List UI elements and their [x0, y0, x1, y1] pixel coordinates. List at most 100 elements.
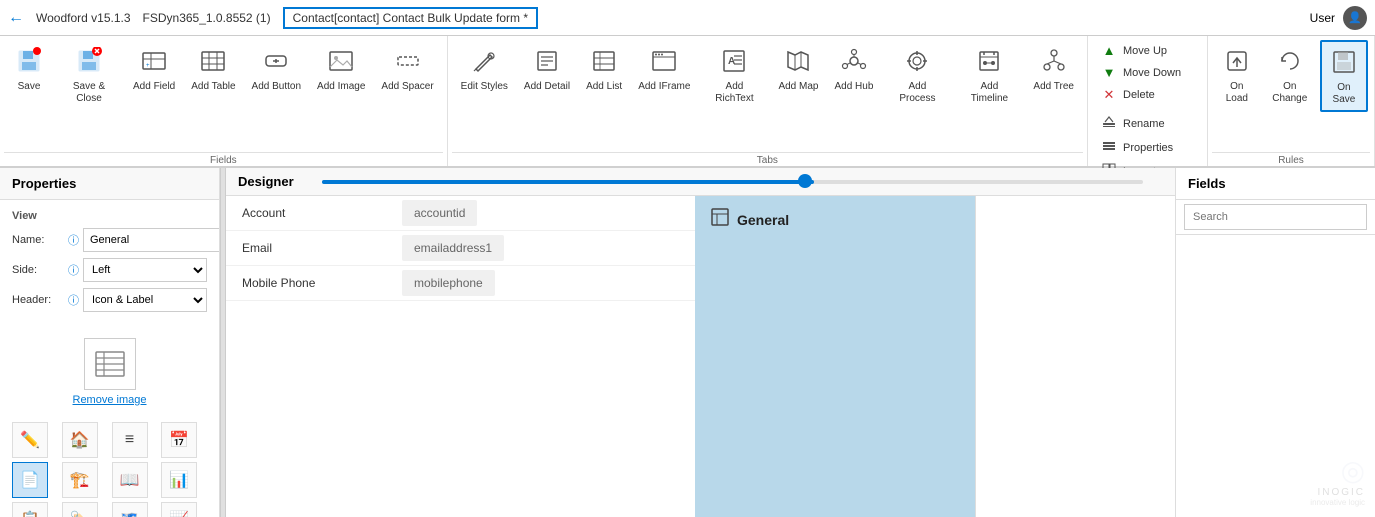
add-table-button[interactable]: Add Table: [184, 40, 242, 112]
svg-text:+: +: [146, 63, 150, 69]
add-image-button[interactable]: Add Image: [310, 40, 372, 112]
add-timeline-label: Add Timeline: [961, 81, 1017, 105]
icon-item-graph[interactable]: 📈: [161, 502, 197, 517]
icon-item-document[interactable]: 📄: [12, 462, 48, 498]
add-field-button[interactable]: + Add Field: [126, 40, 182, 112]
side-select[interactable]: Left Right: [83, 258, 207, 282]
back-button[interactable]: ←: [8, 9, 24, 27]
add-button-label: Add Button: [252, 81, 301, 93]
add-spacer-icon: [392, 45, 424, 77]
slider-thumb[interactable]: [798, 174, 812, 188]
add-tree-icon: [1038, 45, 1070, 77]
edit-styles-button[interactable]: Edit Styles: [454, 40, 515, 112]
icon-item-edit[interactable]: ✏️: [12, 422, 48, 458]
add-iframe-label: Add IFrame: [638, 81, 690, 93]
on-load-button[interactable]: On Load: [1214, 40, 1260, 112]
add-process-label: Add Process: [889, 81, 945, 105]
add-spacer-label: Add Spacer: [381, 81, 433, 93]
add-richtext-button[interactable]: A Add RichText: [699, 40, 769, 112]
add-field-icon: +: [138, 45, 170, 77]
section-title: General: [737, 212, 789, 228]
add-table-label: Add Table: [191, 81, 235, 93]
properties-button[interactable]: Properties: [1094, 136, 1201, 159]
top-bar: ← Woodford v15.1.3 FSDyn365_1.0.8552 (1)…: [0, 0, 1375, 36]
on-change-label: On Change: [1269, 81, 1311, 105]
rules-group-label: rules: [1212, 152, 1370, 166]
tabs-group-label: Tabs: [452, 152, 1083, 166]
icon-item-build[interactable]: 🏗️: [62, 462, 98, 498]
icon-item-tag[interactable]: 🏷️: [62, 502, 98, 517]
table-row[interactable]: Email emailaddress1: [226, 231, 695, 266]
on-change-button[interactable]: On Change: [1262, 40, 1318, 112]
view-label: View: [12, 210, 207, 222]
icon-item-home[interactable]: 🏠: [62, 422, 98, 458]
save-icon: [13, 45, 45, 77]
save-button[interactable]: Save: [6, 40, 52, 112]
name-row: Name: ⓘ: [12, 228, 207, 252]
icon-item-chart[interactable]: 📊: [161, 462, 197, 498]
add-hub-label: Add Hub: [834, 81, 873, 93]
icon-item-book[interactable]: 📖: [112, 462, 148, 498]
ribbon-fields-buttons: Save Save & Close + Add Field Add Table: [4, 36, 443, 152]
icon-item-list[interactable]: ≡: [112, 422, 148, 458]
image-placeholder: Remove image: [0, 328, 219, 416]
add-timeline-button[interactable]: Add Timeline: [954, 40, 1024, 112]
search-input[interactable]: [1184, 204, 1367, 230]
ribbon-group-tabs: Edit Styles Add Detail Add List Add IFra…: [448, 36, 1088, 166]
left-panel: Properties View Name: ⓘ Side: ⓘ Left Rig…: [0, 168, 220, 517]
field-label-account: Account: [226, 196, 386, 231]
save-close-button[interactable]: Save & Close: [54, 40, 124, 112]
fields-group-label: Fields: [4, 152, 443, 166]
on-load-label: On Load: [1221, 81, 1253, 105]
add-hub-icon: [838, 45, 870, 77]
add-tree-button[interactable]: Add Tree: [1026, 40, 1081, 112]
svg-text:A: A: [728, 56, 735, 67]
icon-item-map[interactable]: 🗺️: [112, 502, 148, 517]
table-row[interactable]: Mobile Phone mobilephone: [226, 266, 695, 301]
field-value-email: emailaddress1: [402, 235, 504, 261]
move-down-icon: ▼: [1101, 65, 1117, 80]
move-down-button[interactable]: ▼ Move Down: [1094, 62, 1201, 83]
user-avatar[interactable]: 👤: [1343, 6, 1367, 30]
move-up-button[interactable]: ▲ Move Up: [1094, 40, 1201, 61]
move-up-icon: ▲: [1101, 43, 1117, 58]
on-save-button[interactable]: On Save: [1320, 40, 1368, 112]
add-map-icon: [782, 45, 814, 77]
move-down-label: Move Down: [1123, 67, 1181, 79]
side-label: Side:: [12, 264, 64, 276]
designer-content: Account accountid Email emailaddress1 Mo…: [226, 196, 1175, 517]
icon-item-clipboard[interactable]: 📋: [12, 502, 48, 517]
add-image-label: Add Image: [317, 81, 365, 93]
section-panel[interactable]: General: [695, 196, 975, 517]
name-input[interactable]: [83, 228, 220, 252]
add-process-button[interactable]: Add Process: [882, 40, 952, 112]
add-list-label: Add List: [586, 81, 622, 93]
field-value-account: accountid: [402, 200, 477, 226]
icon-item-calendar[interactable]: 📅: [161, 422, 197, 458]
designer-title: Designer: [238, 174, 294, 189]
delete-button[interactable]: ✕ Delete: [1094, 84, 1201, 106]
field-label-mobile: Mobile Phone: [226, 266, 386, 301]
rename-button[interactable]: Rename: [1094, 112, 1201, 135]
user-label: User: [1310, 11, 1335, 25]
form-title[interactable]: Contact[contact] Contact Bulk Update for…: [283, 7, 538, 29]
add-tree-label: Add Tree: [1033, 81, 1074, 93]
form-table: Account accountid Email emailaddress1 Mo…: [226, 196, 695, 301]
fields-header: Fields: [1176, 168, 1375, 200]
side-row: Side: ⓘ Left Right: [12, 258, 207, 282]
add-map-button[interactable]: Add Map: [771, 40, 825, 112]
add-button-button[interactable]: Add Button: [245, 40, 308, 112]
main-layout: Properties View Name: ⓘ Side: ⓘ Left Rig…: [0, 168, 1375, 517]
header-select[interactable]: Icon & Label Icon Only Label Only None: [83, 288, 207, 312]
ribbon-group-rules: On Load On Change On Save rules: [1208, 36, 1375, 166]
remove-image-link[interactable]: Remove image: [73, 394, 147, 406]
field-value-mobile: mobilephone: [402, 270, 495, 296]
add-spacer-button[interactable]: Add Spacer: [374, 40, 440, 112]
add-detail-button[interactable]: Add Detail: [517, 40, 577, 112]
zoom-slider-track[interactable]: [322, 180, 1143, 184]
add-iframe-button[interactable]: Add IFrame: [631, 40, 697, 112]
table-row[interactable]: Account accountid: [226, 196, 695, 231]
add-list-button[interactable]: Add List: [579, 40, 629, 112]
app-subtitle: FSDyn365_1.0.8552 (1): [143, 11, 271, 25]
add-hub-button[interactable]: Add Hub: [827, 40, 880, 112]
